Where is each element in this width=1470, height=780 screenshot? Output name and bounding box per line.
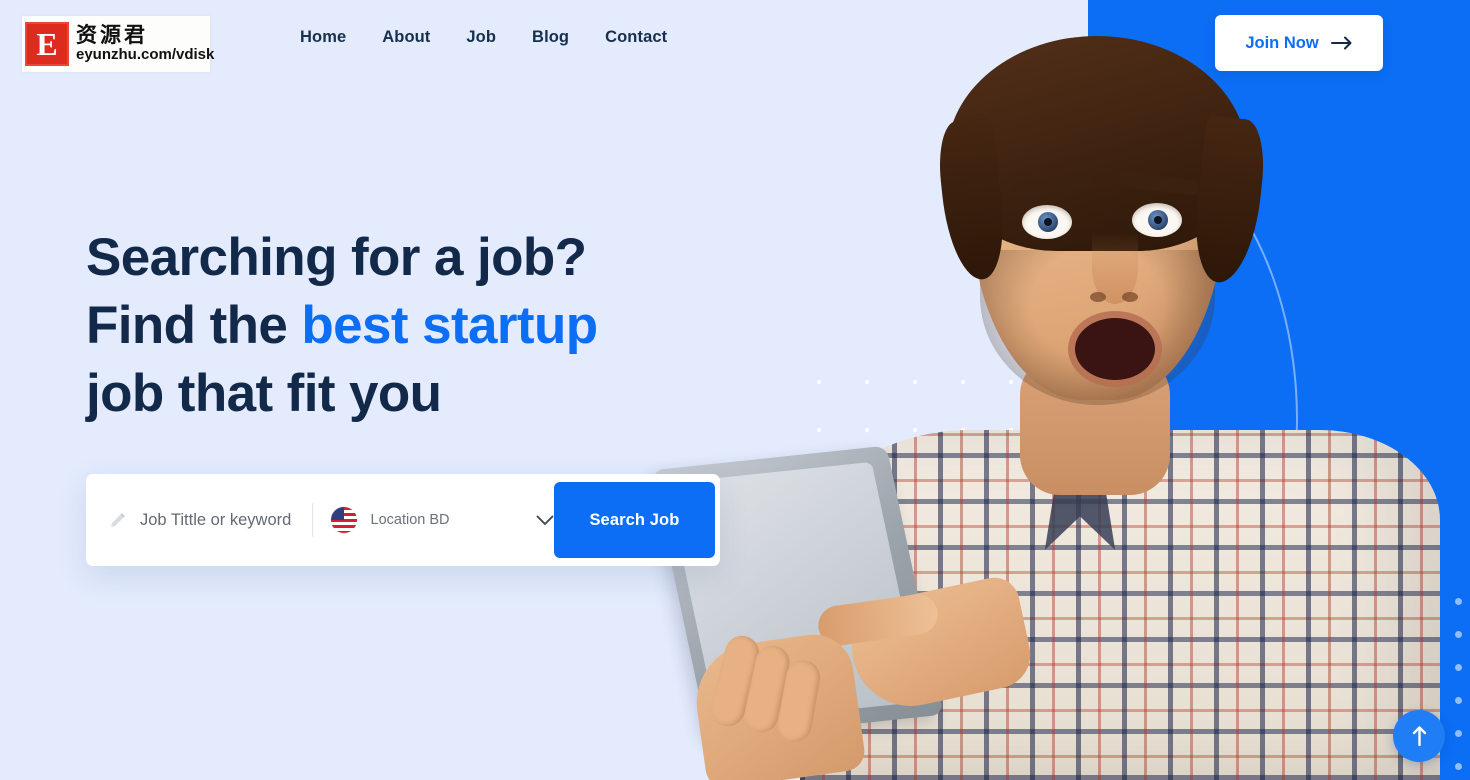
side-dot xyxy=(1455,664,1462,671)
search-job-button[interactable]: Search Job xyxy=(553,482,715,558)
side-dot-column xyxy=(1455,598,1462,780)
headline-highlight: best startup xyxy=(301,296,598,355)
job-search-bar: Job Tittle or keyword Location BD Search… xyxy=(86,474,720,566)
headline-line-1: Searching for a job? xyxy=(86,228,587,287)
watermark-url: eyunzhu.com/vdisk xyxy=(76,46,215,64)
join-now-label: Join Now xyxy=(1245,33,1319,52)
dot-ring-decoration xyxy=(899,500,918,519)
nav-item-job[interactable]: Job xyxy=(466,28,496,47)
arrow-up-icon xyxy=(1412,726,1426,746)
pencil-icon xyxy=(111,513,125,527)
watermark-badge-icon: E xyxy=(25,22,69,66)
main-navigation: Home About Job Blog Contact xyxy=(300,28,667,47)
side-dot xyxy=(1455,631,1462,638)
us-flag-icon xyxy=(330,507,357,533)
site-header: b. Home About Job Blog Contact Join Now xyxy=(0,0,1470,86)
side-dot xyxy=(1455,763,1462,770)
location-label: Location BD xyxy=(370,512,450,528)
nav-item-blog[interactable]: Blog xyxy=(532,28,569,47)
keyword-input-placeholder[interactable]: Job Tittle or keyword xyxy=(140,511,291,530)
side-dot xyxy=(1455,598,1462,605)
nav-item-about[interactable]: About xyxy=(382,28,430,47)
keyword-field-group[interactable]: Job Tittle or keyword xyxy=(86,510,312,530)
watermark-badge-letter: E xyxy=(36,26,58,62)
location-select-group[interactable]: Location BD xyxy=(313,507,554,533)
hero-page: b. Home About Job Blog Contact Join Now … xyxy=(0,0,1470,780)
arrow-right-icon xyxy=(1330,36,1352,50)
dot-ring-decoration xyxy=(803,500,822,519)
watermark-overlay: E 资源君 eyunzhu.com/vdisk xyxy=(22,16,214,72)
decor-arc xyxy=(898,120,1298,720)
hero-headline: Searching for a job? Find the best start… xyxy=(86,224,598,428)
chevron-down-icon[interactable] xyxy=(536,515,554,526)
watermark-chinese-text: 资源君 xyxy=(76,23,148,48)
headline-line-3: job that fit you xyxy=(86,364,442,423)
nav-item-home[interactable]: Home xyxy=(300,28,346,47)
side-dot xyxy=(1455,697,1462,704)
join-now-button[interactable]: Join Now xyxy=(1215,15,1383,71)
nav-item-contact[interactable]: Contact xyxy=(605,28,667,47)
side-dot xyxy=(1455,730,1462,737)
headline-line-2-prefix: Find the xyxy=(86,296,302,355)
scroll-to-top-button[interactable] xyxy=(1393,710,1445,762)
blue-decor-panel xyxy=(1088,0,1470,780)
